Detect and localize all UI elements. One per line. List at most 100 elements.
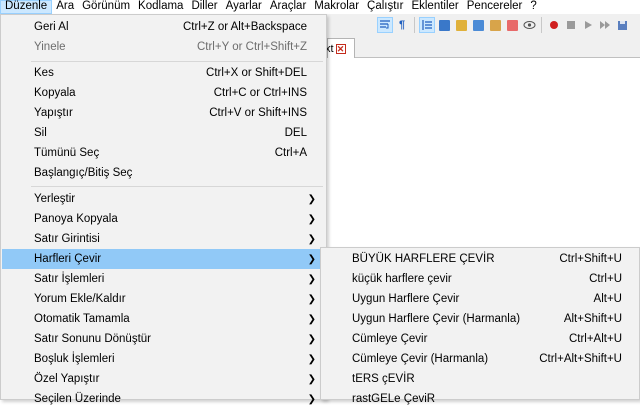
document-tab[interactable]: xt ✕ (325, 38, 355, 58)
submenu-item-invert-case[interactable]: tERS çEVİR (322, 369, 640, 389)
menu-item-label: Özel Yapıştır (34, 373, 100, 385)
close-icon[interactable]: ✕ (335, 43, 346, 54)
chevron-right-icon: ❯ (307, 273, 316, 285)
menu-item-label: Uygun Harflere Çevir (Harmanla) (352, 313, 521, 325)
menu-encoding[interactable]: Kodlama (134, 0, 187, 14)
chevron-right-icon: ❯ (307, 213, 316, 225)
chevron-right-icon: ❯ (307, 333, 316, 345)
menu-item-comment[interactable]: Yorum Ekle/Kaldır ❯ (2, 289, 325, 309)
menu-item-shortcut: Ctrl+A (274, 147, 307, 159)
menu-item-label: Cümleye Çevir (352, 333, 428, 345)
menu-item-shortcut: Ctrl+V or Shift+INS (209, 107, 307, 119)
menu-item-label: tERS çEVİR (352, 373, 415, 385)
folder-workspace-icon[interactable] (470, 17, 486, 33)
menu-item-label: Harfleri Çevir (34, 253, 102, 265)
function-list-icon[interactable] (453, 17, 469, 33)
edit-menu-dropdown: Geri Al Ctrl+Z or Alt+Backspace Yinele C… (0, 14, 327, 405)
submenu-item-sentence-case-blend[interactable]: Cümleye Çevir (Harmanla) Ctrl+Alt+Shift+… (322, 349, 640, 369)
menu-item-label: Kes (34, 67, 54, 79)
menu-item-label: Yinele (34, 41, 66, 53)
menu-item-cut[interactable]: Kes Ctrl+X or Shift+DEL (2, 63, 325, 83)
eye-icon[interactable] (521, 17, 537, 33)
indent-guide-icon[interactable] (419, 17, 435, 33)
menu-item-copy[interactable]: Kopyala Ctrl+C or Ctrl+INS (2, 83, 325, 103)
run-macro-multiple-icon[interactable] (597, 17, 613, 33)
toolbar: ¶ (327, 14, 640, 36)
menu-item-shortcut: Ctrl+C or Ctrl+INS (213, 87, 307, 99)
menu-item-shortcut: Ctrl+Y or Ctrl+Shift+Z (196, 41, 307, 53)
menu-item-label: Otomatik Tamamla (34, 313, 130, 325)
show-all-chars-icon[interactable]: ¶ (394, 17, 410, 33)
doc-map-icon[interactable] (436, 17, 452, 33)
menu-item-label: Yerleştir (34, 193, 76, 205)
menu-item-begin-end-select[interactable]: Başlangıç/Bitiş Seç (2, 163, 325, 183)
word-wrap-icon[interactable] (377, 17, 393, 33)
menu-item-insert[interactable]: Yerleştir ❯ (2, 189, 325, 209)
menu-tools[interactable]: Araçlar (266, 0, 310, 14)
menu-help[interactable]: ? (526, 0, 540, 14)
menu-item-eol-conversion[interactable]: Satır Sonunu Dönüştür ❯ (2, 329, 325, 349)
stop-macro-icon[interactable] (563, 17, 579, 33)
menu-search[interactable]: Ara (52, 0, 78, 14)
submenu-item-proper-case[interactable]: Uygun Harflere Çevir Alt+U (322, 289, 640, 309)
menu-window[interactable]: Pencereler (463, 0, 527, 14)
menu-item-select-all[interactable]: Tümünü Seç Ctrl+A (2, 143, 325, 163)
menu-item-copy-to-clipboard[interactable]: Panoya Kopyala ❯ (2, 209, 325, 229)
menu-plugins[interactable]: Eklentiler (407, 0, 462, 14)
menu-item-shortcut: Ctrl+U (589, 273, 622, 285)
chevron-right-icon: ❯ (307, 233, 316, 245)
menu-item-paste[interactable]: Yapıştır Ctrl+V or Shift+INS (2, 103, 325, 123)
menu-view[interactable]: Görünüm (78, 0, 134, 14)
menu-item-delete[interactable]: Sil DEL (2, 123, 325, 143)
menu-item-shortcut: Ctrl+X or Shift+DEL (206, 67, 307, 79)
menu-item-label: Boşluk İşlemleri (34, 353, 115, 365)
chevron-right-icon: ❯ (307, 193, 316, 205)
menu-item-label: Yapıştır (34, 107, 73, 119)
save-macro-icon[interactable] (614, 17, 630, 33)
menu-item-label: rastGELe ÇeviR (352, 393, 436, 405)
menu-item-label: Satır Girintisi (34, 233, 100, 245)
menu-edit[interactable]: Düzenle (0, 0, 53, 14)
submenu-item-lowercase[interactable]: küçük harflere çevir Ctrl+U (322, 269, 640, 289)
play-macro-icon[interactable] (580, 17, 596, 33)
toolbar-separator (541, 17, 542, 33)
menu-item-undo[interactable]: Geri Al Ctrl+Z or Alt+Backspace (2, 17, 325, 37)
menu-item-paste-special[interactable]: Özel Yapıştır ❯ (2, 369, 325, 389)
menu-run[interactable]: Çalıştır (363, 0, 407, 14)
menu-item-blank-operations[interactable]: Boşluk İşlemleri ❯ (2, 349, 325, 369)
menu-item-line-operations[interactable]: Satır İşlemleri ❯ (2, 269, 325, 289)
menu-separator (31, 61, 323, 62)
record-macro-icon[interactable] (546, 17, 562, 33)
menu-item-label: Seçilen Üzerinde (34, 393, 121, 405)
chevron-right-icon: ❯ (307, 313, 316, 325)
menu-macro[interactable]: Makrolar (310, 0, 363, 14)
menu-item-auto-complete[interactable]: Otomatik Tamamla ❯ (2, 309, 325, 329)
menu-item-indent[interactable]: Satır Girintisi ❯ (2, 229, 325, 249)
menu-separator (31, 186, 323, 187)
menu-item-label: Yorum Ekle/Kaldır (34, 293, 126, 305)
menu-item-convert-case[interactable]: Harfleri Çevir ❯ (2, 249, 325, 269)
menu-item-redo[interactable]: Yinele Ctrl+Y or Ctrl+Shift+Z (2, 37, 325, 57)
monitoring-icon[interactable] (504, 17, 520, 33)
menu-item-shortcut: Ctrl+Alt+Shift+U (539, 353, 622, 365)
toolbar-separator (414, 17, 415, 33)
menu-language[interactable]: Diller (187, 0, 221, 14)
menu-item-shortcut: Ctrl+Shift+U (559, 253, 622, 265)
menu-item-label: BÜYÜK HARFLERE ÇEVİR (352, 253, 495, 265)
menu-item-label: Panoya Kopyala (34, 213, 118, 225)
submenu-item-proper-case-blend[interactable]: Uygun Harflere Çevir (Harmanla) Alt+Shif… (322, 309, 640, 329)
menu-settings[interactable]: Ayarlar (222, 0, 266, 14)
menu-item-shortcut: Alt+U (593, 293, 622, 305)
chevron-right-icon: ❯ (307, 353, 316, 365)
submenu-item-random-case[interactable]: rastGELe ÇeviR (322, 389, 640, 409)
menu-item-label: Satır Sonunu Dönüştür (34, 333, 151, 345)
chevron-right-icon: ❯ (307, 393, 316, 405)
menu-item-label: Cümleye Çevir (Harmanla) (352, 353, 489, 365)
menu-item-on-selection[interactable]: Seçilen Üzerinde ❯ (2, 389, 325, 409)
chevron-right-icon: ❯ (307, 293, 316, 305)
submenu-item-uppercase[interactable]: BÜYÜK HARFLERE ÇEVİR Ctrl+Shift+U (322, 249, 640, 269)
doc-list-icon[interactable] (487, 17, 503, 33)
menu-item-label: Tümünü Seç (34, 147, 100, 159)
submenu-item-sentence-case[interactable]: Cümleye Çevir Ctrl+Alt+U (322, 329, 640, 349)
convert-case-submenu: BÜYÜK HARFLERE ÇEVİR Ctrl+Shift+U küçük … (320, 247, 640, 405)
